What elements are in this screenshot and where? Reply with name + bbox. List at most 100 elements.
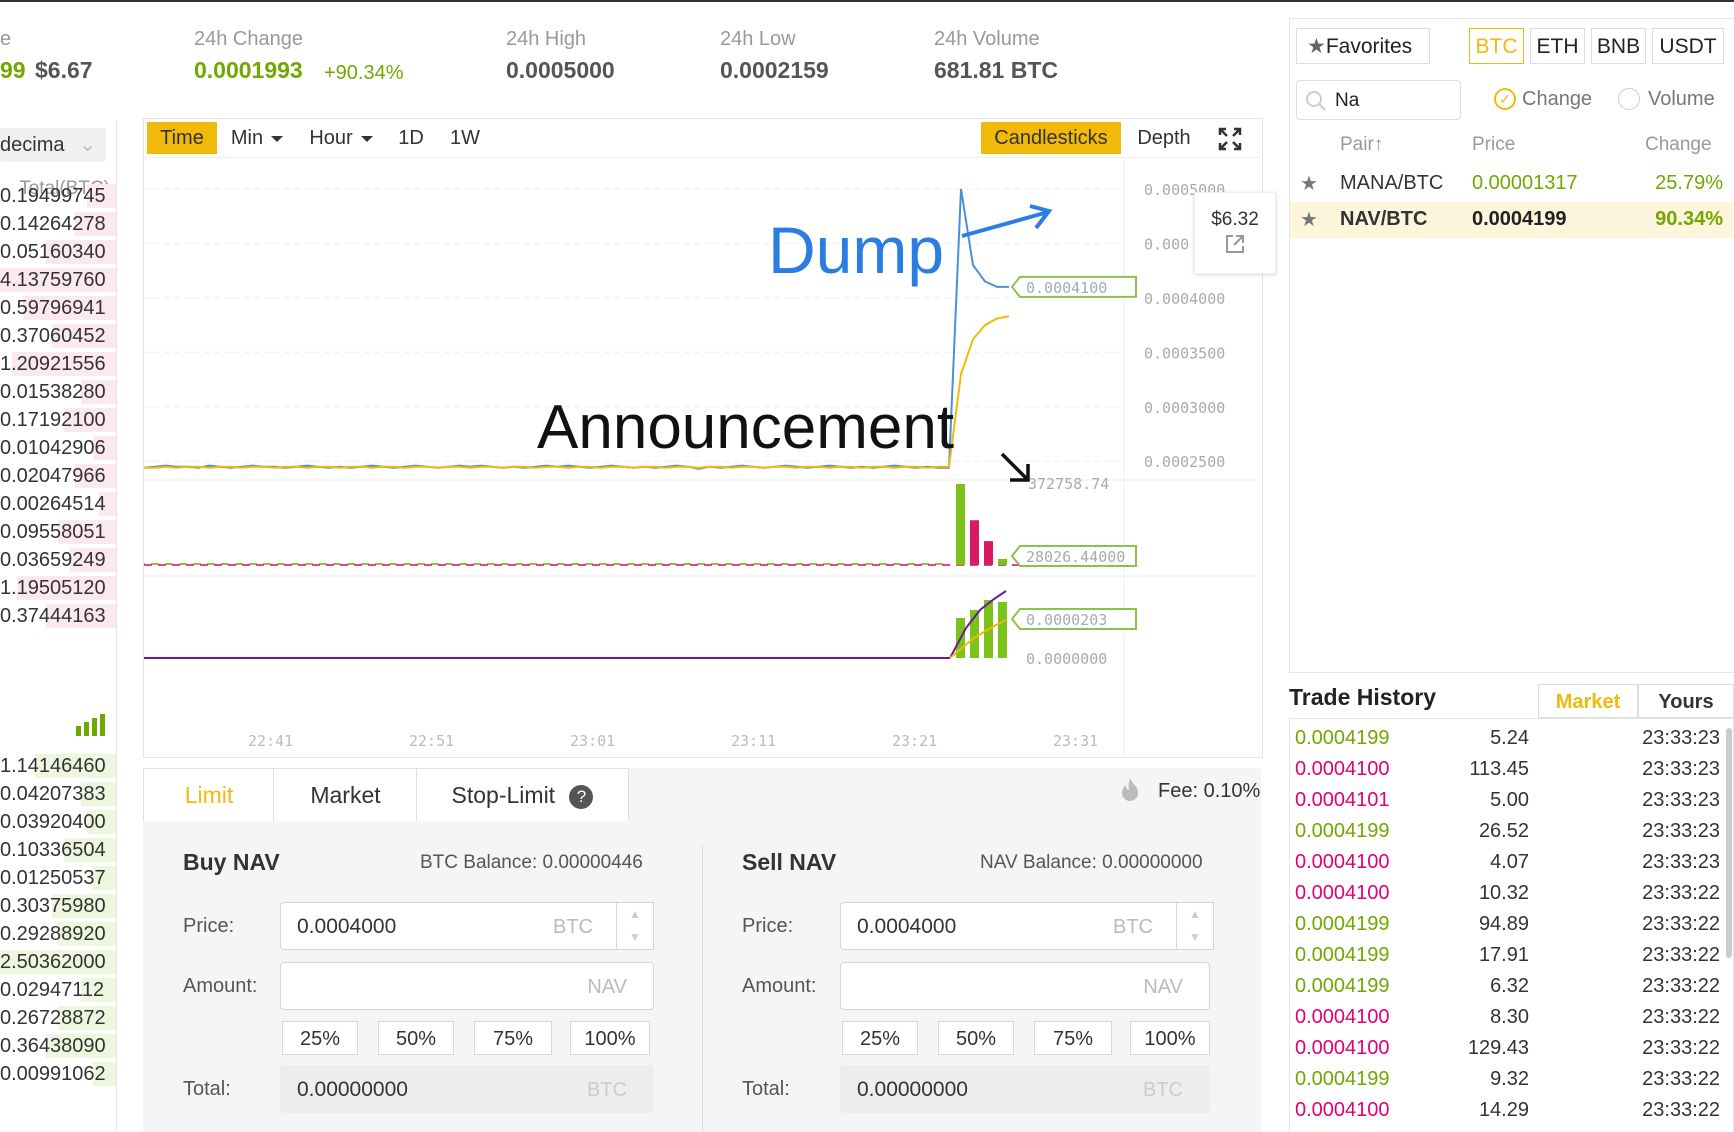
- volume-bar: [956, 484, 965, 565]
- min-dropdown[interactable]: Min: [222, 122, 292, 154]
- trade-time: 23:33:23: [1642, 820, 1720, 842]
- trade-time: 23:33:22: [1642, 1099, 1720, 1121]
- min-label: Min: [230, 127, 264, 149]
- market-usdt-tab[interactable]: USDT: [1652, 28, 1724, 64]
- current-price-label: 0.0004100: [1026, 279, 1107, 297]
- help-icon[interactable]: ?: [569, 784, 594, 809]
- bid-row: 0.01250537: [0, 864, 116, 892]
- trade-amount: 94.89: [1478, 913, 1529, 935]
- form-divider: [702, 846, 703, 1132]
- chevron-up-icon[interactable]: ▲: [617, 903, 653, 926]
- ask-total: 4.13759760: [0, 269, 106, 291]
- market-btc-tab[interactable]: BTC: [1469, 28, 1524, 64]
- 1d-button[interactable]: 1D: [392, 122, 430, 154]
- depth-button[interactable]: Depth: [1130, 122, 1198, 154]
- ask-row: 1.20921556: [0, 350, 116, 378]
- buy-price-input[interactable]: 0.0004000 BTC: [280, 902, 620, 950]
- buy-price-label: Price:: [183, 915, 235, 937]
- trade-amount: 113.45: [1469, 758, 1529, 780]
- search-icon: [1306, 91, 1326, 111]
- sell-price-unit: BTC: [1113, 916, 1153, 938]
- buy-price-unit: BTC: [553, 916, 593, 938]
- low-value: 0.0002159: [720, 57, 829, 83]
- trade-price: 0.0004100: [1295, 882, 1390, 904]
- trade-row: 0.0004199 9.32 23:33:22: [1289, 1064, 1734, 1095]
- 1w-button[interactable]: 1W: [444, 122, 486, 154]
- trade-history-market-tab[interactable]: Market: [1538, 684, 1638, 718]
- time-button[interactable]: Time: [147, 122, 217, 154]
- bid-row: 0.26728872: [0, 1004, 116, 1032]
- decimals-label: decima: [0, 134, 65, 156]
- market-bnb-tab[interactable]: BNB: [1591, 28, 1646, 64]
- ask-row: 0.01538280: [0, 378, 116, 406]
- market-eth-tab[interactable]: ETH: [1530, 28, 1585, 64]
- indicator-tick-label: 0.0000000: [1026, 650, 1107, 668]
- bid-row: 0.29288920: [0, 920, 116, 948]
- buy-75-button[interactable]: 75%: [474, 1021, 552, 1055]
- ask-total: 0.59796941: [0, 297, 106, 319]
- sell-100-button[interactable]: 100%: [1130, 1021, 1210, 1055]
- change-radio-label[interactable]: Change: [1522, 88, 1592, 111]
- chevron-down-icon[interactable]: ▼: [1177, 926, 1213, 949]
- trade-time: 23:33:22: [1642, 944, 1720, 966]
- fullscreen-icon[interactable]: [1218, 127, 1242, 151]
- high-label: 24h High: [506, 28, 587, 50]
- indicator-bar: [998, 602, 1007, 658]
- hour-dropdown[interactable]: Hour: [300, 122, 382, 154]
- ask-total: 0.02047966: [0, 465, 106, 487]
- change-radio-checked-icon[interactable]: ✓: [1494, 88, 1516, 110]
- trade-row: 0.0004100 8.30 23:33:22: [1289, 1002, 1734, 1033]
- star-icon[interactable]: ★: [1300, 171, 1318, 196]
- sell-amount-unit: NAV: [1143, 976, 1183, 998]
- buy-50-button[interactable]: 50%: [378, 1021, 454, 1055]
- external-link-icon[interactable]: [1195, 233, 1275, 260]
- bid-total: 2.50362000: [0, 951, 106, 973]
- tab-stop-limit[interactable]: Stop-Limit ?: [416, 768, 629, 821]
- pair-search-input[interactable]: Na: [1296, 80, 1461, 120]
- tab-limit[interactable]: Limit: [143, 768, 275, 821]
- trade-history-yours-tab[interactable]: Yours: [1638, 684, 1734, 718]
- sell-price-input[interactable]: 0.0004000 BTC: [840, 902, 1180, 950]
- buy-25-button[interactable]: 25%: [282, 1021, 358, 1055]
- trade-price: 0.0004199: [1295, 975, 1390, 997]
- sell-price-stepper[interactable]: ▲ ▼: [1176, 902, 1214, 950]
- x-tick-label: 22:41: [248, 732, 293, 750]
- trade-amount: 10.32: [1478, 882, 1529, 904]
- change-header[interactable]: Change: [1645, 134, 1712, 156]
- bid-total: 0.04207383: [0, 783, 106, 805]
- buy-title: Buy NAV: [183, 849, 280, 875]
- trade-amount: 26.52: [1478, 820, 1529, 842]
- volume-radio-label[interactable]: Volume: [1648, 88, 1715, 111]
- star-icon[interactable]: ★: [1300, 207, 1318, 232]
- decimals-select[interactable]: decima ⌄: [0, 128, 106, 162]
- volume-radio[interactable]: [1618, 88, 1640, 110]
- sell-50-button[interactable]: 50%: [938, 1021, 1014, 1055]
- sell-75-button[interactable]: 75%: [1034, 1021, 1112, 1055]
- trade-time: 23:33:22: [1642, 1037, 1720, 1059]
- trade-row: 0.0004101 5.00 23:33:23: [1289, 785, 1734, 816]
- trade-price: 0.0004100: [1295, 851, 1390, 873]
- price-tick-label: 0.0002500: [1144, 453, 1225, 471]
- price-tick-label: 0.0003500: [1144, 344, 1225, 362]
- sell-total-unit: BTC: [1143, 1079, 1183, 1101]
- buy-100-button[interactable]: 100%: [570, 1021, 650, 1055]
- announcement-arrow-icon: [1000, 452, 1030, 482]
- pair-row[interactable]: ★ NAV/BTC 0.0004199 90.34%: [1290, 202, 1733, 238]
- bid-row: 1.14146460: [0, 752, 116, 780]
- top-border: [0, 0, 1734, 2]
- pair-row[interactable]: ★ MANA/BTC 0.00001317 25.79%: [1290, 166, 1733, 202]
- buy-price-stepper[interactable]: ▲ ▼: [616, 902, 654, 950]
- sell-amount-input[interactable]: NAV: [840, 962, 1210, 1010]
- order-book: decima ⌄ Total(BTC) 0.19499745 0.14264278…: [0, 120, 117, 1132]
- sell-25-button[interactable]: 25%: [842, 1021, 918, 1055]
- favorites-tab[interactable]: ★Favorites: [1296, 28, 1430, 64]
- price-header[interactable]: Price: [1472, 134, 1515, 156]
- pair-header[interactable]: Pair↑: [1340, 134, 1383, 156]
- tab-market[interactable]: Market: [273, 768, 418, 821]
- candlesticks-button[interactable]: Candlesticks: [981, 122, 1121, 154]
- caret-down-icon: [360, 135, 373, 142]
- ask-total: 0.01538280: [0, 381, 106, 403]
- chevron-down-icon[interactable]: ▼: [617, 926, 653, 949]
- chevron-up-icon[interactable]: ▲: [1177, 903, 1213, 926]
- buy-amount-input[interactable]: NAV: [280, 962, 654, 1010]
